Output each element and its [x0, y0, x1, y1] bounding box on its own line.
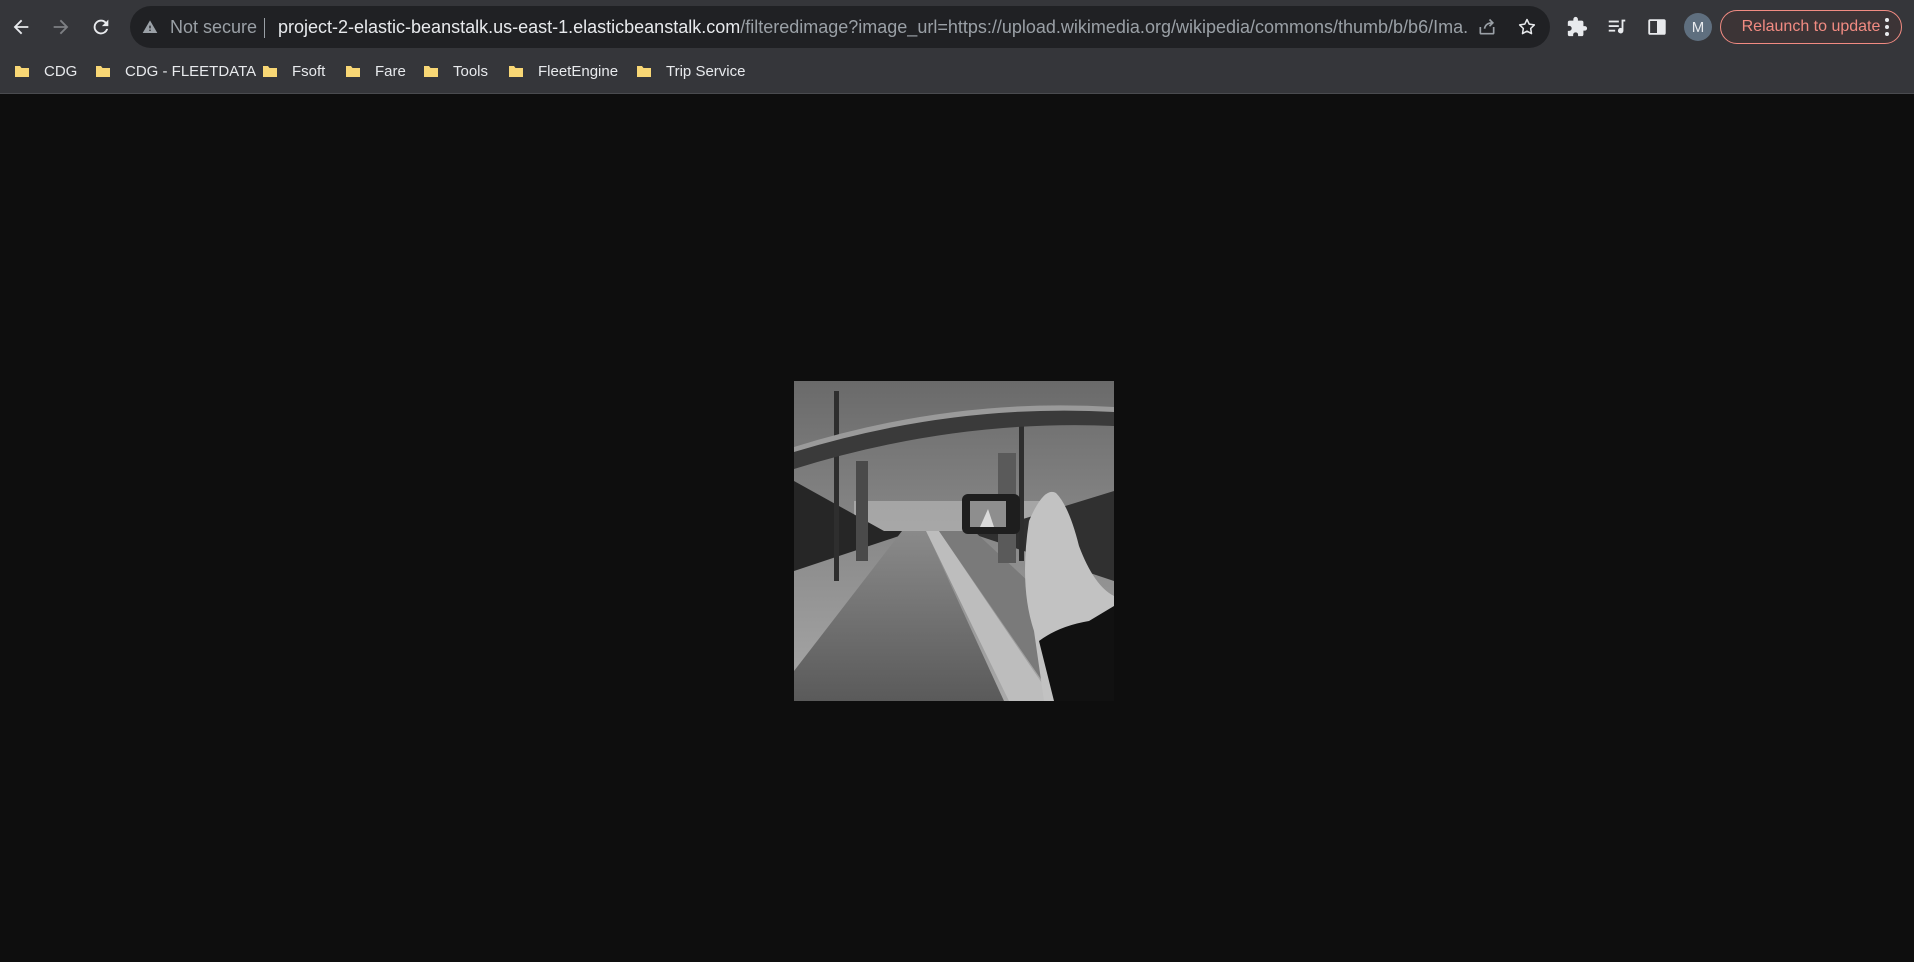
folder-icon	[346, 66, 360, 77]
browser-chrome: Not secure project-2-elastic-beanstalk.u…	[0, 0, 1914, 94]
page-content	[0, 94, 1914, 962]
media-queue-button[interactable]	[1601, 11, 1633, 43]
bookmark-label: Fsoft	[292, 62, 326, 80]
side-panel-icon	[1648, 19, 1666, 35]
reload-button[interactable]	[84, 10, 118, 44]
bookmark-star-button[interactable]	[1514, 14, 1540, 40]
share-icon	[1479, 18, 1495, 35]
side-panel-button[interactable]	[1641, 11, 1673, 43]
extensions-button[interactable]	[1561, 11, 1593, 43]
arrow-left-icon	[13, 19, 29, 35]
bookmark-label: Trip Service	[666, 62, 746, 80]
browser-menu-button[interactable]	[1880, 13, 1894, 41]
relaunch-label: Relaunch to update	[1741, 18, 1881, 35]
folder-icon	[637, 66, 651, 77]
bookmark-folder-tools[interactable]: Tools	[423, 57, 488, 85]
back-button[interactable]	[4, 10, 38, 44]
security-indicator[interactable]: Not secure	[142, 6, 257, 48]
url-text[interactable]: project-2-elastic-beanstalk.us-east-1.el…	[278, 6, 1468, 48]
bookmark-label: Fare	[375, 62, 406, 80]
bookmark-folder-trip-service[interactable]: Trip Service	[636, 57, 745, 85]
bookmark-folder-cdg[interactable]: CDG	[14, 57, 77, 85]
folder-icon	[424, 66, 438, 77]
address-separator	[264, 18, 265, 38]
bookmark-folder-fleetengine[interactable]: FleetEngine	[508, 57, 618, 85]
bookmark-folder-cdg-fleetdata[interactable]: CDG - FLEETDATA	[95, 57, 256, 85]
share-button[interactable]	[1474, 14, 1500, 40]
bookmarks-bar: CDG CDG - FLEETDATA Fsoft Fare Tools Fle…	[0, 54, 1914, 88]
bookmark-label: CDG	[44, 62, 78, 80]
bookmark-folder-fsoft[interactable]: Fsoft	[262, 57, 325, 85]
security-label: Not secure	[170, 16, 258, 37]
bookmark-folder-fare[interactable]: Fare	[345, 57, 406, 85]
folder-icon	[96, 66, 110, 77]
profile-initial: M	[1691, 18, 1705, 36]
address-bar[interactable]: Not secure project-2-elastic-beanstalk.u…	[130, 6, 1550, 48]
grayscale-photo	[794, 381, 1114, 701]
folder-icon	[263, 66, 277, 77]
browser-toolbar: Not secure project-2-elastic-beanstalk.u…	[0, 0, 1914, 54]
puzzle-icon	[1567, 16, 1588, 37]
url-path: /filteredimage?image_url=https://upload.…	[740, 16, 1468, 37]
star-icon	[1518, 18, 1536, 35]
url-host: project-2-elastic-beanstalk.us-east-1.el…	[278, 16, 741, 37]
media-queue-icon	[1608, 19, 1626, 34]
profile-avatar[interactable]: M	[1684, 13, 1712, 41]
vertical-dots-icon	[1885, 18, 1889, 36]
bookmark-label: Tools	[453, 62, 489, 80]
relaunch-to-update-button[interactable]: Relaunch to update	[1720, 10, 1902, 44]
forward-button[interactable]	[44, 10, 78, 44]
folder-icon	[509, 66, 523, 77]
folder-icon	[15, 66, 29, 77]
arrow-right-icon	[53, 19, 69, 35]
warning-triangle-icon	[142, 20, 158, 33]
bookmark-label: CDG - FLEETDATA	[125, 62, 257, 80]
filtered-image	[794, 381, 1114, 701]
reload-icon	[93, 19, 109, 35]
bookmark-label: FleetEngine	[538, 62, 619, 80]
